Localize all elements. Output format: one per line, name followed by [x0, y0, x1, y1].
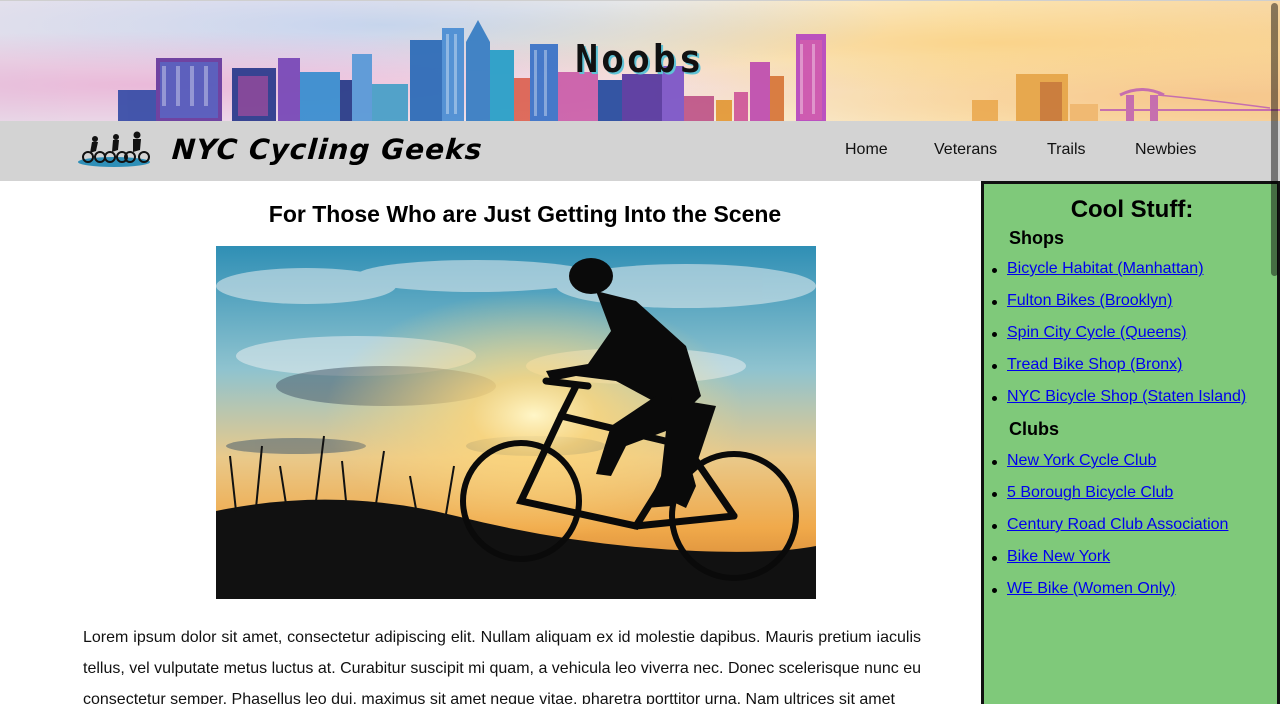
club-link[interactable]: Century Road Club Association: [1007, 516, 1228, 533]
list-item: Spin City Cycle (Queens): [991, 324, 1246, 356]
list-item: Tread Bike Shop (Bronx): [991, 356, 1246, 388]
header-banner: Noobs: [0, 0, 1280, 121]
list-item: Century Road Club Association: [991, 516, 1228, 548]
cyclist-silhouette-hero-image: [216, 246, 816, 599]
top-navigation-bar: NYC Cycling Geeks Home Veterans Trails N…: [0, 121, 1280, 181]
club-link[interactable]: Bike New York: [1007, 548, 1110, 565]
club-link[interactable]: 5 Borough Bicycle Club: [1007, 484, 1173, 501]
clubs-list: New York Cycle Club 5 Borough Bicycle Cl…: [991, 452, 1228, 612]
club-link[interactable]: New York Cycle Club: [1007, 452, 1156, 469]
shops-list: Bicycle Habitat (Manhattan) Fulton Bikes…: [991, 260, 1246, 420]
nav-link-home[interactable]: Home: [845, 141, 888, 159]
list-item: Bike New York: [991, 548, 1228, 580]
page-banner-title: Noobs: [575, 37, 705, 81]
nav-link-trails[interactable]: Trails: [1047, 141, 1086, 159]
shop-link[interactable]: Bicycle Habitat (Manhattan): [1007, 260, 1204, 277]
body-paragraph: Lorem ipsum dolor sit amet, consectetur …: [83, 629, 921, 704]
shop-link[interactable]: Fulton Bikes (Brooklyn): [1007, 292, 1172, 309]
club-link[interactable]: WE Bike (Women Only): [1007, 580, 1176, 597]
list-item: New York Cycle Club: [991, 452, 1228, 484]
list-item: NYC Bicycle Shop (Staten Island): [991, 388, 1246, 420]
shop-link[interactable]: NYC Bicycle Shop (Staten Island): [1007, 388, 1246, 405]
main-content: For Those Who are Just Getting Into the …: [0, 181, 980, 704]
scrollbar-thumb[interactable]: [1271, 3, 1278, 276]
shop-link[interactable]: Spin City Cycle (Queens): [1007, 324, 1187, 341]
list-item: Fulton Bikes (Brooklyn): [991, 292, 1246, 324]
shops-heading: Shops: [1009, 228, 1065, 248]
list-item: WE Bike (Women Only): [991, 580, 1228, 612]
list-item: Bicycle Habitat (Manhattan): [991, 260, 1246, 292]
sidebar-title: Cool Stuff:: [1070, 196, 1194, 223]
list-item: 5 Borough Bicycle Club: [991, 484, 1228, 516]
main-nav: Home Veterans Trails Newbies: [0, 141, 1280, 163]
nav-link-newbies[interactable]: Newbies: [1135, 141, 1196, 159]
cool-stuff-sidebar: Cool Stuff: Shops Bicycle Habitat (Manha…: [981, 181, 1280, 704]
clubs-heading: Clubs: [1009, 419, 1060, 439]
nav-link-veterans[interactable]: Veterans: [934, 141, 997, 159]
page-heading: For Those Who are Just Getting Into the …: [268, 201, 782, 227]
shop-link[interactable]: Tread Bike Shop (Bronx): [1007, 356, 1182, 373]
